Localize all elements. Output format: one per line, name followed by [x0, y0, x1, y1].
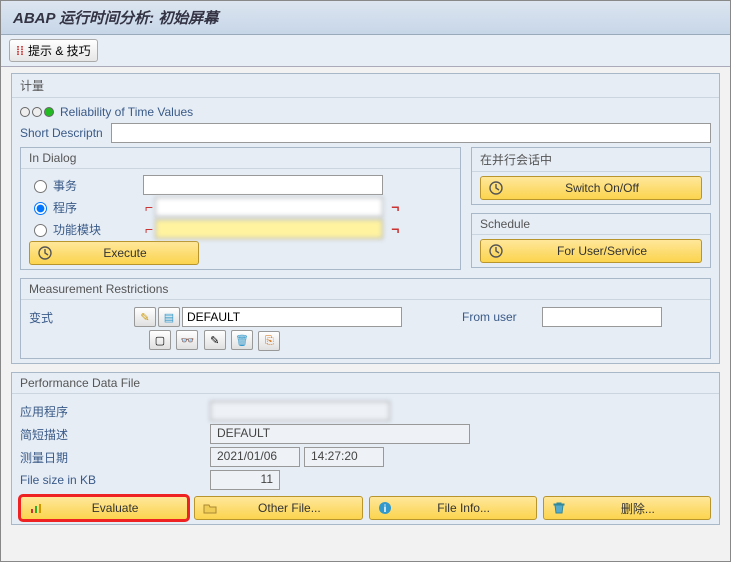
desc-value: DEFAULT	[210, 424, 470, 444]
clock-icon	[487, 242, 505, 260]
copy-icon: ⎘	[265, 335, 274, 348]
bracket-right-icon: ¬	[391, 199, 399, 215]
delete-button[interactable]: 删除...	[543, 496, 711, 520]
bracket-right-icon2: ¬	[391, 221, 399, 237]
delete-variant-button[interactable]: 🗑	[231, 330, 253, 350]
switch-onoff-button[interactable]: Switch On/Off	[480, 176, 702, 200]
trash-icon: 🗑	[235, 334, 249, 347]
restrictions-group: Measurement Restrictions 变式 ✎ ▤	[20, 278, 711, 359]
radio-program-label: 程序	[53, 199, 143, 216]
trash-icon	[550, 499, 568, 517]
info-icon: i	[376, 499, 394, 517]
radio-fm-label: 功能模块	[53, 221, 143, 238]
from-user-label: From user	[462, 310, 542, 324]
execute-label: Execute	[58, 246, 192, 260]
perf-data-group: Performance Data File 应用程序 简短描述 DEFAULT …	[11, 372, 720, 525]
evaluate-label: Evaluate	[49, 501, 181, 515]
transaction-input[interactable]	[143, 175, 383, 195]
glasses-icon: 👓	[180, 334, 194, 347]
tips-button[interactable]: ⁞⁞ 提示 & 技巧	[9, 39, 98, 62]
time-value: 14:27:20	[304, 447, 384, 467]
toolbar: ⁞⁞ 提示 & 技巧	[1, 35, 730, 67]
other-file-button[interactable]: Other File...	[194, 496, 362, 520]
clock-icon	[487, 179, 505, 197]
parallel-title: 在并行会话中	[472, 148, 710, 172]
folder-open-icon	[201, 499, 219, 517]
restrictions-title: Measurement Restrictions	[21, 279, 710, 300]
folder-icon: ✎	[140, 311, 149, 324]
radio-program[interactable]	[34, 202, 47, 215]
tips-icon: ⁞⁞	[16, 44, 24, 58]
app-label: 应用程序	[20, 403, 210, 420]
in-dialog-group: In Dialog 事务 程序 ⌐	[20, 147, 461, 270]
size-label: File size in KB	[20, 473, 210, 487]
other-file-label: Other File...	[223, 501, 355, 515]
variant-list-button[interactable]: ▤	[158, 307, 180, 327]
create-button[interactable]: ▢	[149, 330, 171, 350]
variant-label: 变式	[29, 309, 134, 326]
switch-label: Switch On/Off	[509, 181, 695, 195]
traffic-light-icon	[20, 107, 54, 117]
copy-button[interactable]: ⎘	[258, 331, 280, 351]
for-user-label: For User/Service	[509, 244, 695, 258]
schedule-title: Schedule	[472, 214, 710, 235]
schedule-group: Schedule For User/Service	[471, 213, 711, 268]
from-user-input[interactable]	[542, 307, 662, 327]
variant-pick-button[interactable]: ✎	[134, 307, 156, 327]
tips-label: 提示 & 技巧	[28, 42, 91, 59]
in-dialog-title: In Dialog	[21, 148, 460, 169]
function-module-input[interactable]	[155, 219, 383, 239]
desc-label: 简短描述	[20, 426, 210, 443]
titlebar: ABAP 运行时间分析: 初始屏幕	[1, 1, 730, 35]
reliability-label: Reliability of Time Values	[60, 105, 193, 119]
app-value	[210, 401, 390, 421]
clock-icon	[36, 244, 54, 262]
radio-function-module[interactable]	[34, 224, 47, 237]
program-input[interactable]	[155, 197, 383, 217]
pencil-icon: ✎	[210, 334, 219, 347]
evaluate-button[interactable]: Evaluate	[20, 496, 188, 520]
svg-text:i: i	[383, 504, 386, 515]
perf-title: Performance Data File	[12, 373, 719, 394]
delete-label: 删除...	[572, 500, 704, 517]
file-info-label: File Info...	[398, 501, 530, 515]
file-info-button[interactable]: i File Info...	[369, 496, 537, 520]
short-desc-label: Short Descriptn	[20, 126, 103, 140]
bracket-left-icon2: ⌐	[145, 221, 153, 237]
radio-transaction[interactable]	[34, 180, 47, 193]
variant-input[interactable]	[182, 307, 402, 327]
for-user-service-button[interactable]: For User/Service	[480, 239, 702, 263]
execute-button[interactable]: Execute	[29, 241, 199, 265]
list-icon: ▤	[164, 311, 174, 324]
new-icon: ▢	[155, 334, 165, 347]
size-value: 11	[210, 470, 280, 490]
parallel-session-group: 在并行会话中 Switch On/Off	[471, 147, 711, 205]
chart-icon	[27, 499, 45, 517]
date-label: 测量日期	[20, 449, 210, 466]
short-desc-input[interactable]	[111, 123, 711, 143]
measurement-title: 计量	[12, 74, 719, 98]
display-button[interactable]: 👓	[176, 330, 198, 350]
edit-button[interactable]: ✎	[204, 330, 226, 350]
measurement-group: 计量 Reliability of Time Values Short Desc…	[11, 73, 720, 364]
page-title: ABAP 运行时间分析: 初始屏幕	[13, 7, 718, 28]
bracket-left-icon: ⌐	[145, 199, 153, 215]
radio-transaction-label: 事务	[53, 177, 143, 194]
date-value: 2021/01/06	[210, 447, 300, 467]
